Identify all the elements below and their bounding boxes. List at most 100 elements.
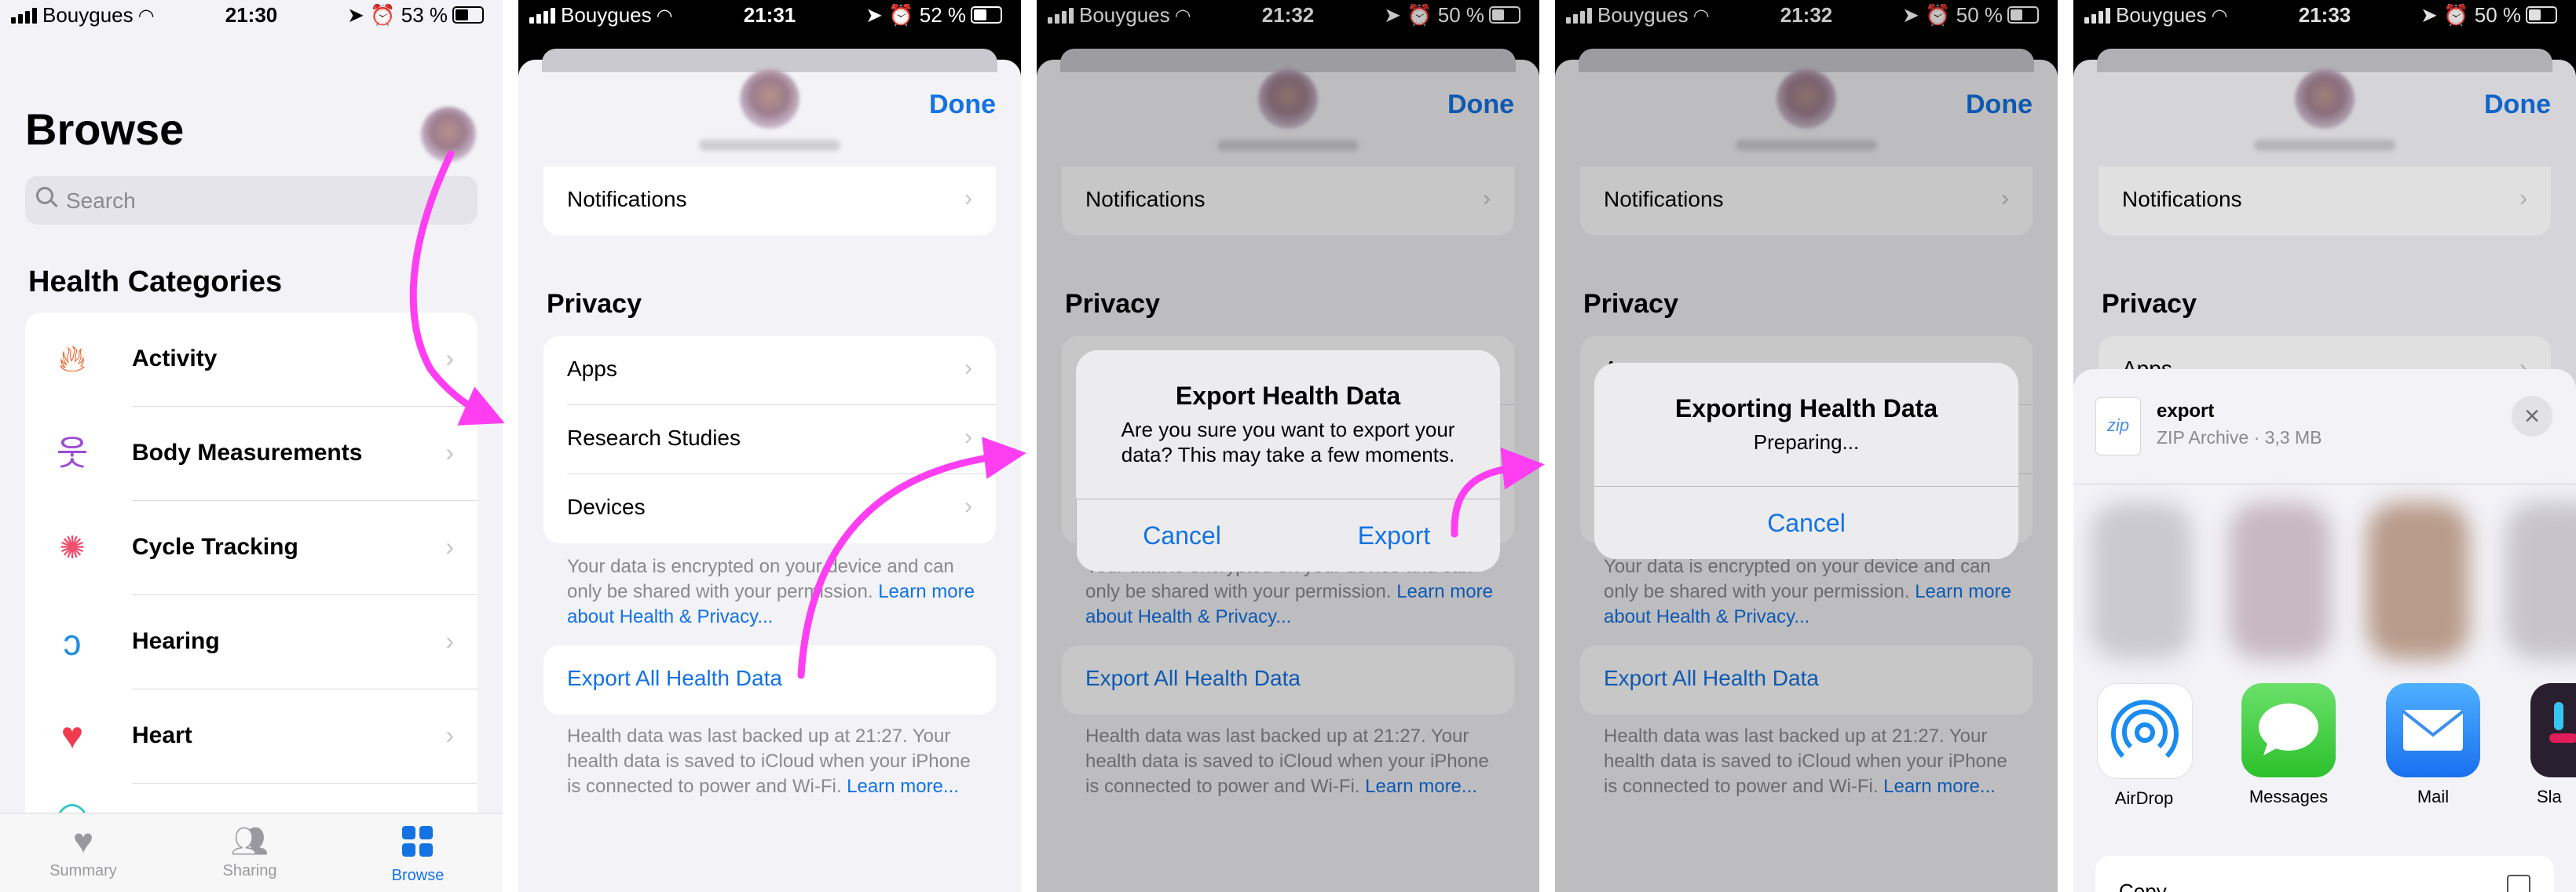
row-label: Research Studies: [567, 426, 741, 450]
chevron-right-icon: ›: [445, 721, 454, 749]
profile-name-blurred: [699, 140, 840, 151]
close-icon[interactable]: ×: [2512, 396, 2552, 437]
share-app-slack[interactable]: Sla: [2530, 683, 2576, 807]
export-all-button[interactable]: Export All Health Data: [543, 645, 996, 715]
alarm-icon: ⏰: [370, 3, 396, 27]
file-type-label: zip: [2106, 415, 2130, 435]
alert-message: Are you sure you want to export your dat…: [1121, 418, 1455, 466]
alert-message: Preparing...: [1753, 430, 1860, 454]
chevron-right-icon: ›: [445, 438, 454, 466]
share-apps-row: AirDrop Messages Mail Sla: [2073, 683, 2576, 840]
privacy-title: Privacy: [547, 289, 642, 319]
tab-label: Sharing: [222, 862, 277, 879]
battery-icon: [452, 6, 484, 24]
tab-label: Summary: [49, 862, 117, 879]
share-app-mail[interactable]: Mail: [2386, 683, 2480, 807]
tab-browse[interactable]: Browse: [363, 821, 473, 885]
search-input[interactable]: Search: [25, 176, 478, 225]
file-name: export: [2157, 400, 2215, 422]
status-bar: Bouygues ◠ 21:30 ➤ ⏰ 53 %: [0, 0, 503, 33]
contact-suggestion[interactable]: [2505, 503, 2576, 660]
category-label: Body Measurements: [132, 440, 363, 466]
alert-title: Exporting Health Data: [1674, 394, 1938, 422]
category-label: Cycle Tracking: [132, 534, 298, 560]
share-app-airdrop[interactable]: AirDrop: [2097, 683, 2193, 809]
profile-avatar[interactable]: [421, 107, 476, 162]
category-heart[interactable]: ♥ Heart ›: [25, 689, 478, 784]
tab-summary[interactable]: ♥ Summary: [28, 821, 138, 880]
messages-icon: [2241, 683, 2336, 777]
copy-action[interactable]: Copy: [2095, 856, 2554, 892]
export-confirm-alert: Export Health Data Are you sure you want…: [1076, 350, 1500, 572]
app-label: Mail: [2417, 787, 2450, 806]
backup-link[interactable]: Learn more...: [847, 776, 959, 797]
cancel-button[interactable]: Cancel: [1594, 487, 2018, 559]
grid-icon: [402, 826, 434, 857]
slack-icon: [2530, 683, 2576, 777]
battery-percent: 52 %: [919, 3, 966, 27]
privacy-note: Your data is encrypted on your device an…: [567, 554, 982, 630]
chevron-right-icon: ›: [964, 493, 972, 519]
browse-screen: Bouygues ◠ 21:30 ➤ ⏰ 53 % Browse Search H…: [0, 0, 503, 892]
row-label: Notifications: [567, 187, 687, 211]
file-meta: ZIP Archive · 3,3 MB: [2157, 427, 2322, 448]
heart-icon: ♥: [60, 715, 84, 757]
chevron-right-icon: ›: [445, 344, 454, 372]
category-label: Heart: [132, 722, 192, 748]
category-activity[interactable]: 🔥︎ Activity ›: [25, 313, 478, 407]
ear-icon: ↄ: [63, 622, 82, 663]
battery-percent: 53 %: [401, 3, 448, 27]
profile-sheet: Done Notifications › Privacy Apps › Resear…: [518, 49, 1021, 892]
suggested-contacts: [2073, 503, 2576, 660]
section-title: Health Categories: [28, 265, 283, 298]
share-screen: Bouygues ◠ 21:33 ➤ ⏰ 50 % Done Notificati…: [2073, 0, 2576, 892]
alert-title: Export Health Data: [1175, 382, 1401, 410]
people-icon: 👥︎: [230, 825, 269, 858]
chevron-right-icon: ›: [964, 424, 972, 450]
contact-suggestion[interactable]: [2229, 503, 2331, 660]
copy-label: Copy: [2119, 879, 2167, 892]
export-progress-alert: Exporting Health Data Preparing... Cance…: [1594, 363, 2018, 559]
tab-sharing[interactable]: 👥︎ Sharing: [195, 821, 305, 880]
export-button[interactable]: Export: [1288, 499, 1500, 572]
tab-bar: ♥ Summary 👥︎ Sharing Browse: [0, 813, 503, 892]
settings-card: Notifications ›: [543, 166, 996, 236]
done-button[interactable]: Done: [929, 90, 996, 120]
category-body-measurements[interactable]: 웃 Body Measurements ›: [25, 407, 478, 501]
share-app-messages[interactable]: Messages: [2241, 683, 2336, 807]
cycle-icon: ✺: [59, 531, 86, 565]
copy-icon: [2507, 875, 2530, 892]
category-hearing[interactable]: ↄ Hearing ›: [25, 595, 478, 689]
privacy-card: Apps › Research Studies › Devices ›: [543, 336, 996, 543]
app-label: Sla: [2537, 787, 2562, 806]
flame-icon: 🔥︎: [58, 338, 86, 380]
contact-suggestion[interactable]: [2367, 503, 2469, 660]
share-sheet: zip export ZIP Archive · 3,3 MB × AirDro…: [2073, 369, 2576, 892]
profile-avatar: [740, 69, 800, 129]
category-list: 🔥︎ Activity › 웃 Body Measurements › ✺ Cy…: [25, 313, 478, 831]
chevron-right-icon: ›: [964, 185, 972, 211]
heart-tab-icon: ♥: [72, 822, 94, 861]
app-label: AirDrop: [2114, 788, 2174, 808]
app-label: Messages: [2249, 787, 2329, 806]
export-label: Export All Health Data: [567, 666, 782, 690]
category-label: Hearing: [132, 628, 220, 654]
export-progress-screen: Bouygues ◠ 21:32 ➤ ⏰ 50 % Done Notificati…: [1555, 0, 2058, 892]
row-label: Apps: [567, 356, 617, 381]
contact-suggestion[interactable]: [2091, 503, 2193, 660]
profile-screen: Bouygues ◠ 21:31 ➤ ⏰ 52 % Done Notificati…: [518, 0, 1021, 892]
location-icon: ➤: [865, 3, 883, 27]
cancel-button[interactable]: Cancel: [1076, 499, 1288, 572]
privacy-research-row[interactable]: Research Studies ›: [543, 405, 996, 474]
status-bar: Bouygues ◠ 21:31 ➤ ⏰ 52 %: [518, 0, 1021, 33]
privacy-apps-row[interactable]: Apps ›: [543, 336, 996, 405]
backup-note: Health data was last backed up at 21:27.…: [567, 724, 982, 799]
zip-file-icon: zip: [2095, 397, 2141, 455]
chevron-right-icon: ›: [445, 627, 454, 655]
category-label: Activity: [132, 345, 218, 371]
category-cycle-tracking[interactable]: ✺ Cycle Tracking ›: [25, 501, 478, 595]
chevron-right-icon: ›: [964, 355, 972, 381]
privacy-devices-row[interactable]: Devices ›: [543, 474, 996, 543]
notifications-row[interactable]: Notifications ›: [543, 166, 996, 236]
export-confirm-screen: Bouygues ◠ 21:32 ➤ ⏰ 50 % Done Notificati…: [1037, 0, 1539, 892]
